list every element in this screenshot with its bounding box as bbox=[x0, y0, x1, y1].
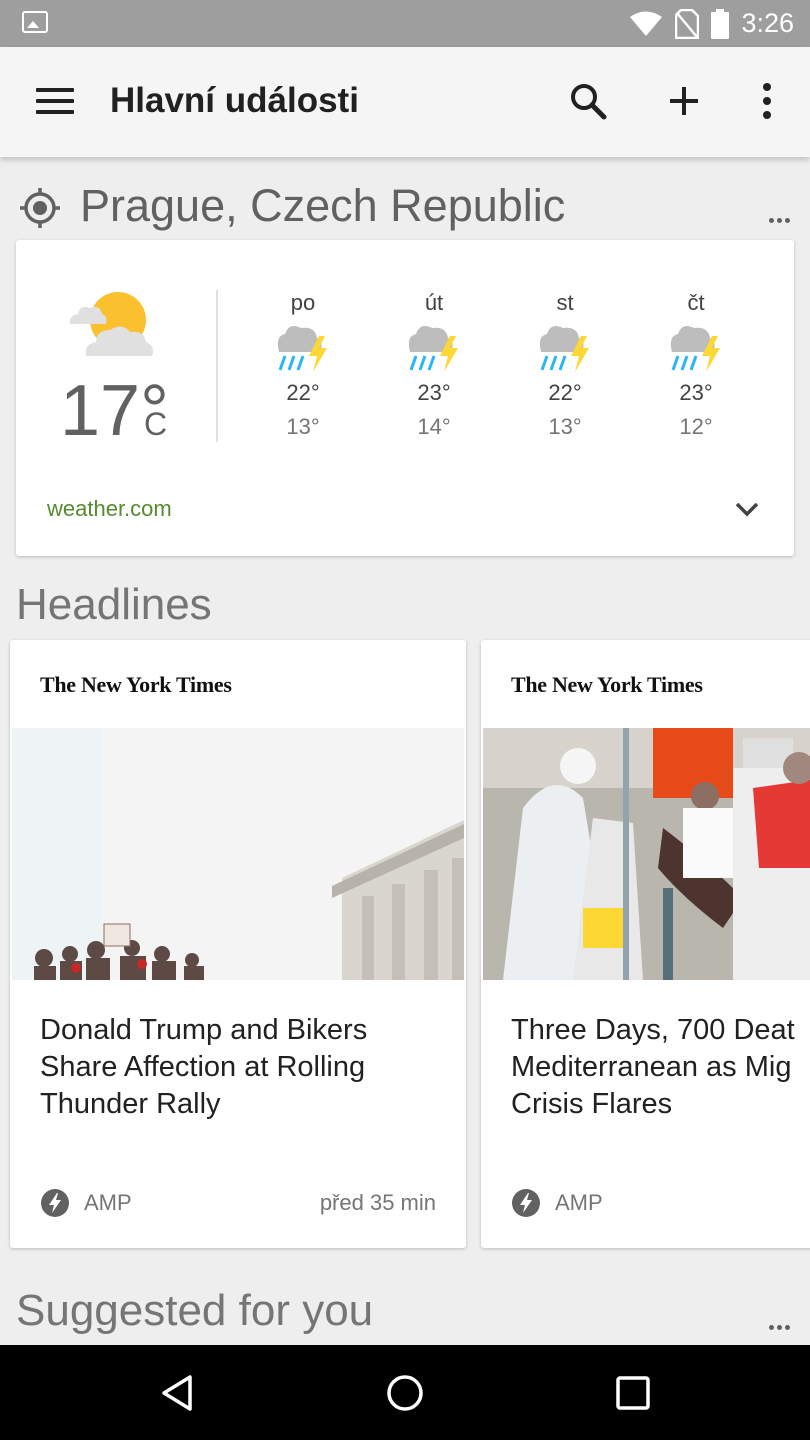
forecast-high: 23° bbox=[417, 380, 451, 405]
forecast-day: st 22° 13° bbox=[520, 290, 610, 440]
forecast-day: po 22° 13° bbox=[258, 290, 348, 440]
weather-source-link[interactable]: weather.com bbox=[47, 496, 172, 522]
news-card[interactable]: The New York Times Donald Trump and Bike… bbox=[10, 640, 466, 1248]
app-bar: Hlavní události bbox=[0, 47, 810, 157]
no-sim-icon bbox=[675, 8, 700, 39]
divider bbox=[216, 290, 218, 442]
rain-thunder-icon bbox=[408, 326, 458, 372]
search-icon[interactable] bbox=[566, 79, 610, 123]
section-title-headlines: Headlines bbox=[16, 580, 212, 629]
forecast-day-name: st bbox=[556, 290, 574, 315]
news-card[interactable]: The New York Times Three Days, 700 Deat … bbox=[481, 640, 810, 1248]
amp-badge: AMP bbox=[84, 1190, 132, 1215]
navigation-bar bbox=[0, 1345, 810, 1440]
temperature-unit: C bbox=[144, 406, 168, 442]
more-horiz-icon[interactable] bbox=[769, 218, 790, 223]
status-bar: 3:26 bbox=[0, 0, 810, 47]
forecast-day-name: čt bbox=[687, 290, 705, 315]
rain-thunder-icon bbox=[277, 326, 327, 372]
article-title-line: Crisis Flares bbox=[511, 1088, 673, 1120]
section-title-suggested: Suggested for you bbox=[16, 1286, 374, 1335]
article-title-line: Thunder Rally bbox=[40, 1088, 221, 1120]
page-title: Hlavní události bbox=[110, 81, 359, 120]
forecast-low: 13° bbox=[286, 414, 320, 439]
publisher-logo: The New York Times bbox=[40, 672, 232, 697]
battery-icon bbox=[711, 8, 730, 39]
amp-bolt-icon bbox=[41, 1189, 69, 1217]
chevron-down-icon[interactable] bbox=[732, 499, 762, 519]
forecast-low: 14° bbox=[417, 414, 451, 439]
amp-badge: AMP bbox=[555, 1190, 603, 1215]
forecast-low: 13° bbox=[548, 414, 582, 439]
amp-bolt-icon bbox=[512, 1189, 540, 1217]
rain-thunder-icon bbox=[670, 326, 720, 372]
image-notification-icon bbox=[22, 11, 48, 33]
forecast-low: 12° bbox=[679, 414, 713, 439]
my-location-icon bbox=[20, 188, 60, 228]
weather-location-row: Prague, Czech Republic bbox=[0, 176, 810, 236]
screen: 3:26 Hlavní události Prague, Czech Repub… bbox=[0, 0, 810, 1440]
recents-icon[interactable] bbox=[611, 1371, 655, 1415]
forecast-day: čt 23° 12° bbox=[651, 290, 741, 440]
article-title[interactable]: Three Days, 700 Deat Mediterranean as Mi… bbox=[511, 1012, 810, 1123]
article-title-line: Share Affection at Rolling bbox=[40, 1051, 366, 1083]
article-title[interactable]: Donald Trump and Bikers Share Affection … bbox=[40, 1012, 460, 1123]
rain-thunder-icon bbox=[539, 326, 589, 372]
article-image bbox=[483, 728, 810, 980]
publisher-logo: The New York Times bbox=[511, 672, 703, 697]
article-title-line: Donald Trump and Bikers bbox=[40, 1014, 368, 1046]
menu-icon[interactable] bbox=[36, 88, 74, 118]
article-timestamp: před 35 min bbox=[319, 1190, 436, 1215]
forecast-high: 23° bbox=[679, 380, 713, 405]
forecast-high: 22° bbox=[548, 380, 582, 405]
article-image bbox=[12, 728, 464, 980]
forecast-day-name: po bbox=[290, 290, 316, 315]
location-name: Prague, Czech Republic bbox=[80, 180, 566, 231]
more-horiz-icon[interactable] bbox=[769, 1325, 790, 1330]
forecast-day: út 23° 14° bbox=[389, 290, 479, 440]
wifi-icon bbox=[630, 11, 663, 36]
partly-cloudy-sun-icon bbox=[69, 292, 154, 356]
forecast-high: 22° bbox=[286, 380, 320, 405]
article-title-line: Three Days, 700 Deat bbox=[511, 1014, 795, 1046]
weather-card[interactable]: 17° C po 22° 13° út 23° 14° st 22° 13° č… bbox=[16, 240, 794, 556]
add-icon[interactable] bbox=[662, 79, 706, 123]
article-title-line: Mediterranean as Mig bbox=[511, 1051, 792, 1083]
back-icon[interactable] bbox=[156, 1371, 200, 1415]
home-icon[interactable] bbox=[383, 1371, 427, 1415]
clock: 3:26 bbox=[741, 8, 794, 38]
forecast-day-name: út bbox=[424, 290, 444, 315]
more-vert-icon[interactable] bbox=[745, 79, 789, 123]
